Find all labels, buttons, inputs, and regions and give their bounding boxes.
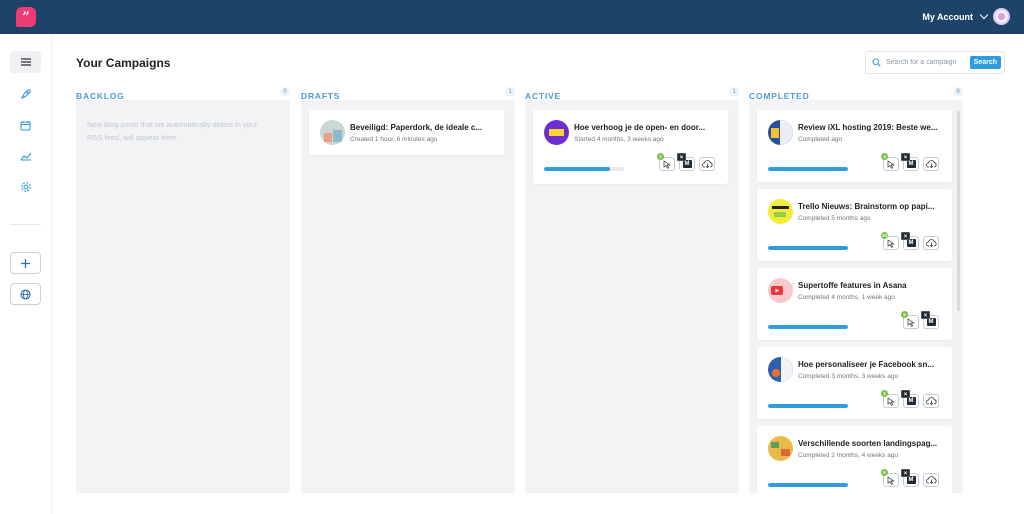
close-icon[interactable]: × [901,153,910,161]
column-backlog: BACKLOG 0 New blog posts that we automat… [76,86,290,493]
cursor-icon[interactable]: 2 [657,153,675,171]
campaign-card[interactable]: Trello Nieuws: Brainstorm op papi... Com… [757,189,952,261]
progress-bar [768,404,848,408]
top-bar: ” My Account [0,0,1024,34]
medium-icon[interactable]: M × [677,153,695,171]
cloud-download-icon[interactable] [923,473,939,487]
calendar-icon[interactable] [10,114,41,136]
campaign-title: Review iXL hosting 2019: Beste we... [798,123,938,132]
clicks-badge: 4 [881,153,888,160]
medium-icon[interactable]: M × [921,311,939,329]
column-body: Review iXL hosting 2019: Beste we... Com… [749,100,963,493]
column-drafts: DRAFTS 1 Beveiligd: Paperdork, de ideale… [301,86,515,493]
close-icon[interactable]: × [901,232,910,240]
campaign-title: Hoe verhoog je de open- en door... [574,123,706,132]
cloud-download-icon[interactable] [923,157,939,171]
campaign-title: Beveiligd: Paperdork, de ideale c... [350,123,483,132]
column-body: Beveiligd: Paperdork, de ideale c... Cre… [301,100,515,493]
medium-icon[interactable]: M × [901,469,919,487]
cloud-download-icon[interactable] [923,236,939,250]
cursor-icon[interactable]: 5 [881,469,899,487]
close-icon[interactable]: × [677,153,686,161]
campaign-title: Supertoffe features in Asana [798,281,907,290]
close-icon[interactable]: × [921,311,930,319]
campaign-thumbnail [768,120,793,145]
campaign-title: Trello Nieuws: Brainstorm op papi... [798,202,935,211]
empty-message: New blog posts that we automatically det… [87,120,258,142]
column-body: New blog posts that we automatically det… [76,100,290,493]
medium-icon[interactable]: M × [901,390,919,408]
campaign-thumbnail [768,357,793,382]
medium-icon[interactable]: M × [901,232,919,250]
campaign-card[interactable]: Hoe personaliseer je Facebook sn... Comp… [757,347,952,419]
close-icon[interactable]: × [901,469,910,477]
progress-bar [768,167,848,171]
campaign-status: Completed 4 months, 1 week ago [798,294,895,301]
campaign-status: Completed 3 months, 3 weeks ago [798,373,899,380]
chevron-down-icon [979,10,989,20]
progress-bar [768,483,848,487]
column-count: 1 [505,87,515,97]
rocket-icon[interactable] [10,83,41,105]
campaign-card[interactable]: Verschillende soorten landingspag... Com… [757,426,952,493]
account-label: My Account [922,11,973,22]
campaign-thumbnail [320,120,345,145]
globe-icon[interactable] [10,283,41,305]
campaign-status: Completed 5 months ago [798,215,871,222]
search-button[interactable]: Search [969,56,1001,69]
scrollbar[interactable] [957,111,960,311]
cursor-icon[interactable]: 10 [881,232,899,250]
column-body: Hoe verhoog je de open- en door... Start… [525,100,739,493]
plus-icon[interactable] [10,252,41,274]
campaign-title: Hoe personaliseer je Facebook sn... [798,360,935,369]
cloud-download-icon[interactable] [923,394,939,408]
progress-bar [768,325,848,329]
campaign-thumbnail [768,199,793,224]
campaign-card[interactable]: Supertoffe features in Asana Completed 4… [757,268,952,340]
chart-icon[interactable] [10,145,41,167]
menu-icon[interactable] [10,51,41,73]
close-icon[interactable]: × [901,390,910,398]
clicks-badge: 5 [901,311,908,318]
cursor-icon[interactable]: 4 [881,153,899,171]
progress-bar [768,246,848,250]
page-title: Your Campaigns [76,56,171,70]
clicks-badge: 5 [881,469,888,476]
clicks-badge: 10 [881,232,889,239]
campaign-card[interactable]: Review iXL hosting 2019: Beste we... Com… [757,110,952,182]
sidebar-divider [10,224,41,225]
column-count: 0 [280,87,290,97]
search-input[interactable] [886,59,968,66]
medium-icon[interactable]: M × [901,153,919,171]
column-active: ACTIVE 1 Hoe verhoog je de open- en door… [525,86,739,493]
account-menu[interactable]: My Account [922,8,1010,25]
clicks-badge: 2 [657,153,664,160]
quote-icon[interactable]: ” [16,7,36,27]
campaign-thumbnail [768,278,793,303]
campaign-status: Completed 2 months, 4 weeks ago [798,452,899,459]
cursor-icon[interactable]: 3 [881,390,899,408]
cursor-icon[interactable]: 5 [901,311,919,329]
column-count: 1 [729,87,739,97]
avatar[interactable] [993,8,1010,25]
cloud-download-icon[interactable] [699,157,715,171]
sidebar [0,34,52,514]
campaign-card[interactable]: Hoe verhoog je de open- en door... Start… [533,110,728,184]
campaign-thumbnail [768,436,793,461]
column-count: 9 [953,87,963,97]
campaign-status: Started 4 months, 3 weeks ago [574,136,664,143]
settings-icon[interactable] [10,176,41,198]
column-completed: COMPLETED 9 Review iXL hosting 2019: Bes… [749,86,963,493]
progress-bar [544,167,624,171]
search-icon [872,58,881,67]
search-box: Search [865,51,1005,74]
clicks-badge: 3 [881,390,888,397]
campaign-status: Created 1 hour, 6 minutes ago [350,136,438,143]
campaign-status: Completed ago [798,136,843,143]
campaign-card[interactable]: Beveiligd: Paperdork, de ideale c... Cre… [309,110,504,155]
campaign-thumbnail [544,120,569,145]
campaign-title: Verschillende soorten landingspag... [798,439,938,448]
